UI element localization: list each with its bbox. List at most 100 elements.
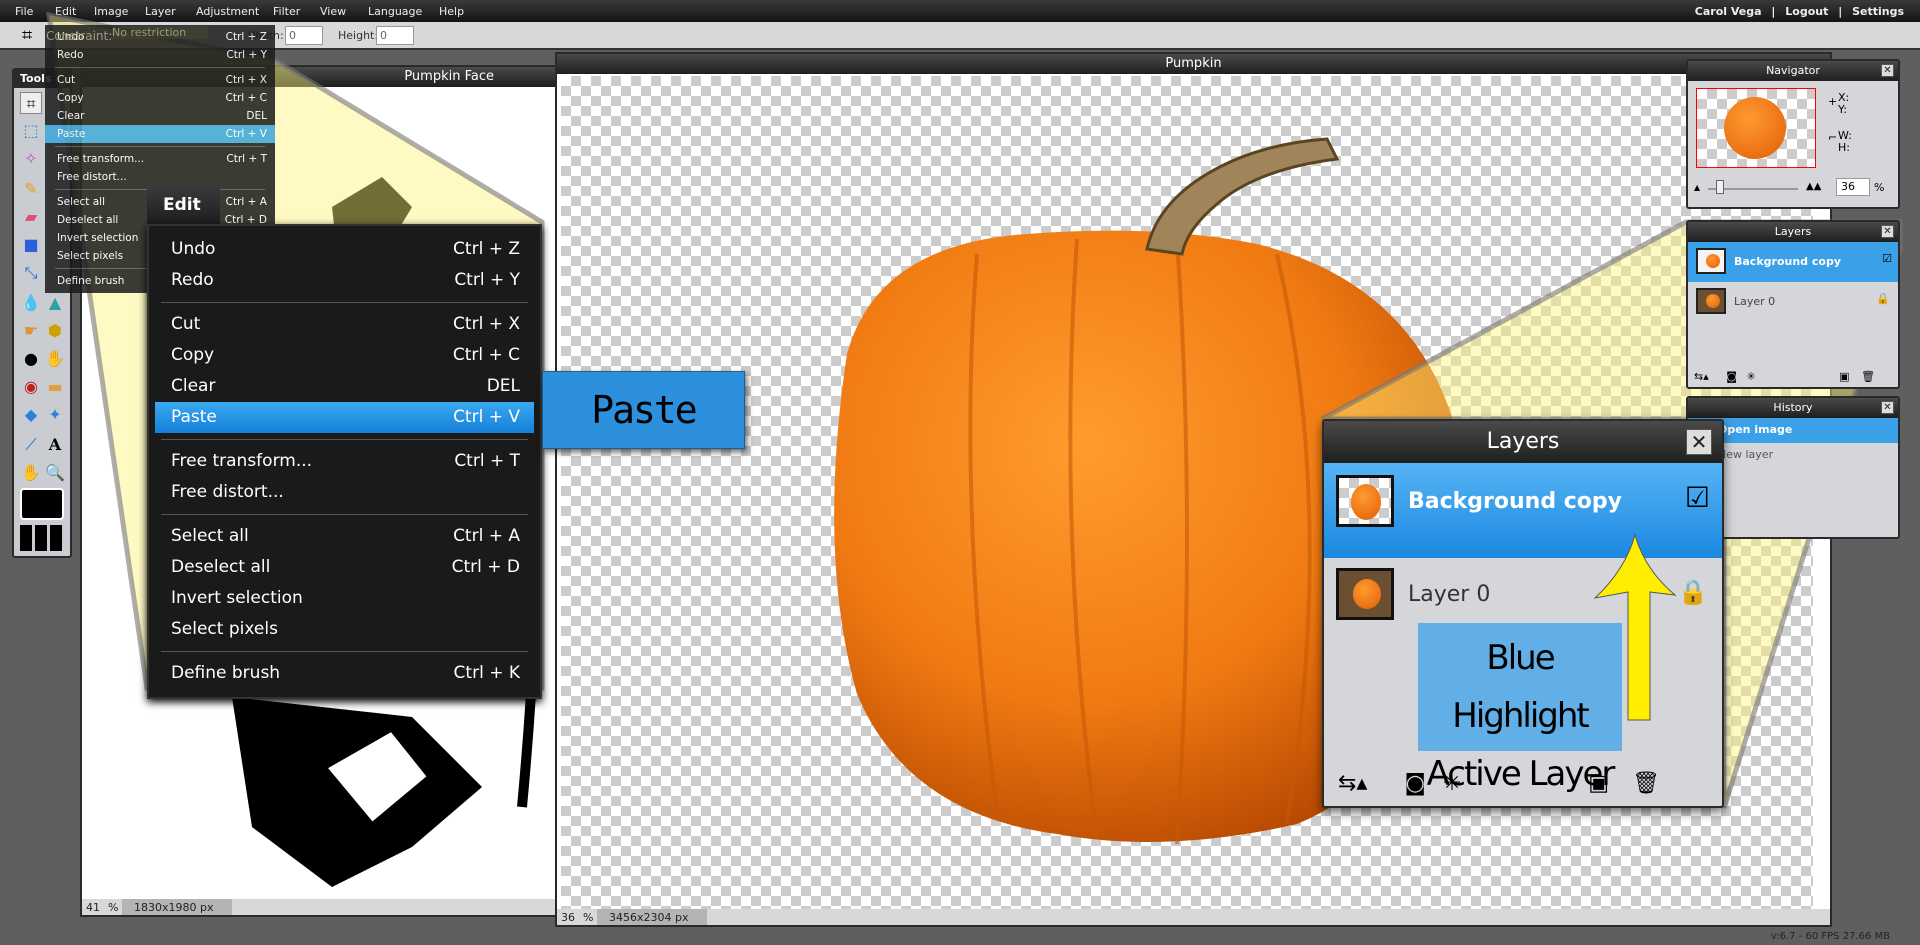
pencil-icon[interactable]: ✎ <box>20 178 42 200</box>
zoom-tool-icon[interactable]: 🔍 <box>44 462 66 484</box>
menu-item-copy[interactable]: Copy Ctrl + C <box>155 340 534 371</box>
menu-item-paste[interactable]: Paste Ctrl + V <box>155 402 534 433</box>
menu-item-invert-selection[interactable]: Invert selection <box>155 583 534 614</box>
menu-item-label: Undo <box>171 239 216 259</box>
layer-row-active[interactable]: Background copy ☑ <box>1688 242 1898 282</box>
callout-line-2: Active Layer <box>1426 754 1616 794</box>
menu-filter[interactable]: Filter <box>273 5 300 18</box>
height-input[interactable]: 0 <box>376 26 414 45</box>
trash-icon[interactable]: 🗑 <box>1632 771 1660 796</box>
zoom-out-icon[interactable]: ▲ <box>1694 183 1700 192</box>
edit-menu-tab-zoomed[interactable]: Edit <box>147 186 220 224</box>
zoom-unit: % <box>1874 181 1885 194</box>
close-icon[interactable]: ✕ <box>1881 225 1894 238</box>
zoom-input[interactable]: 36 <box>1836 178 1870 196</box>
text-tool-icon[interactable]: A <box>44 434 66 456</box>
menu-item-copy[interactable]: Copy Ctrl + C <box>45 89 275 107</box>
navigator-thumbnail[interactable] <box>1696 88 1816 168</box>
dodge-icon[interactable]: ✋ <box>44 348 66 370</box>
eraser-icon[interactable]: ▰ <box>20 206 42 228</box>
menu-item-label: Select pixels <box>57 250 124 262</box>
menu-item-redo[interactable]: Redo Ctrl + Y <box>45 46 275 64</box>
menu-item-cut[interactable]: Cut Ctrl + X <box>155 309 534 340</box>
visibility-checkbox-icon[interactable]: ☑ <box>1685 481 1710 514</box>
width-input[interactable]: 0 <box>285 26 323 45</box>
layer-style-icon[interactable]: ⇆▴ <box>1338 771 1367 796</box>
user-name[interactable]: Carol Vega <box>1695 5 1762 18</box>
new-layer-icon[interactable]: ▣ <box>1839 370 1849 383</box>
bloat-icon[interactable]: ◆ <box>20 404 42 426</box>
sponge-icon[interactable]: ⬢ <box>44 320 66 342</box>
menu-item-define-brush[interactable]: Define brush Ctrl + K <box>155 658 534 689</box>
magic-wand-icon[interactable]: ✧ <box>20 148 42 170</box>
zoom-in-icon[interactable]: ▲▲ <box>1806 181 1821 192</box>
lock-icon[interactable]: 🔒 <box>1876 292 1890 305</box>
settings-link[interactable]: Settings <box>1852 5 1904 18</box>
menu-item-select-all[interactable]: Select all Ctrl + A <box>155 521 534 552</box>
smudge-icon[interactable]: ☛ <box>20 320 42 342</box>
bandage-icon[interactable]: ▬ <box>44 376 66 398</box>
menu-item-free-transform[interactable]: Free transform... Ctrl + T <box>155 446 534 477</box>
menu-item-clear[interactable]: Clear DEL <box>45 107 275 125</box>
logout-link[interactable]: Logout <box>1785 5 1828 18</box>
layer-thumbnail <box>1336 475 1394 527</box>
layer-style-icon[interactable]: ⇆▴ <box>1694 370 1709 383</box>
menu-item-free-transform[interactable]: Free transform... Ctrl + T <box>45 150 275 168</box>
pinch-icon[interactable]: ✦ <box>44 404 66 426</box>
color-swatch[interactable] <box>20 488 64 520</box>
menu-item-paste[interactable]: Paste Ctrl + V <box>45 125 275 143</box>
menu-item-shortcut: Ctrl + V <box>453 407 520 427</box>
brush-presets[interactable] <box>20 525 64 551</box>
effects-icon[interactable]: ✳ <box>1746 370 1755 383</box>
menu-separator <box>161 439 528 440</box>
menu-image[interactable]: Image <box>94 5 128 18</box>
gradient-icon[interactable]: ■ <box>20 234 42 256</box>
zoom-value[interactable]: 36 <box>561 911 575 924</box>
mask-icon[interactable]: ◙ <box>1726 370 1737 383</box>
menu-item-label: Free transform... <box>57 153 145 165</box>
menu-item-select-pixels[interactable]: Select pixels <box>155 614 534 645</box>
close-icon[interactable]: ✕ <box>1881 401 1894 414</box>
visibility-checkbox-icon[interactable]: ☑ <box>1882 252 1892 265</box>
menu-item-redo[interactable]: Redo Ctrl + Y <box>155 265 534 296</box>
burn-icon[interactable]: ● <box>20 348 42 370</box>
marquee-tool-icon[interactable]: ⬚ <box>20 120 42 142</box>
menu-item-free-distort[interactable]: Free distort... <box>45 168 275 186</box>
layers-title: Layers <box>1774 225 1812 238</box>
blur-icon[interactable]: 💧 <box>20 292 42 314</box>
brush-replace-icon[interactable]: ⤡ <box>20 262 42 284</box>
hand-icon[interactable]: ✋ <box>20 462 42 484</box>
menu-item-free-distort[interactable]: Free distort... <box>155 477 534 508</box>
menu-item-cut[interactable]: Cut Ctrl + X <box>45 71 275 89</box>
layer-name: Layer 0 <box>1408 582 1491 607</box>
menu-layer[interactable]: Layer <box>145 5 176 18</box>
menu-item-label: Define brush <box>171 663 281 683</box>
close-icon[interactable]: ✕ <box>1686 429 1712 455</box>
color-picker-icon[interactable]: ⟋ <box>20 434 42 456</box>
menu-edit[interactable]: Edit <box>55 5 76 18</box>
menu-separator <box>161 651 528 652</box>
size-icon: ⌐ <box>1828 131 1838 144</box>
layer-row[interactable]: Layer 0 🔒 <box>1688 282 1898 322</box>
trash-icon[interactable]: 🗑 <box>1861 370 1875 383</box>
menu-item-label: Select all <box>171 526 249 546</box>
menu-item-deselect-all[interactable]: Deselect all Ctrl + D <box>155 552 534 583</box>
menu-view[interactable]: View <box>320 5 346 18</box>
close-icon[interactable]: ✕ <box>1881 64 1894 77</box>
zoom-slider-handle[interactable] <box>1716 180 1724 194</box>
constraint-select[interactable]: No restriction <box>112 26 208 39</box>
menu-item-shortcut: Ctrl + C <box>452 345 520 365</box>
zoom-value[interactable]: 41 <box>86 901 100 914</box>
menu-language[interactable]: Language <box>368 5 422 18</box>
menu-help[interactable]: Help <box>439 5 464 18</box>
menu-adjustment[interactable]: Adjustment <box>196 5 259 18</box>
menu-item-clear[interactable]: Clear DEL <box>155 371 534 402</box>
menu-item-undo[interactable]: Undo Ctrl + Z <box>155 234 534 265</box>
menu-file[interactable]: File <box>15 5 33 18</box>
crop-tool-icon[interactable]: ⌗ <box>20 92 42 114</box>
menu-item-shortcut: Ctrl + Z <box>453 239 520 259</box>
menu-separator <box>55 67 265 68</box>
red-eye-icon[interactable]: ◉ <box>20 376 42 398</box>
sharpen-icon[interactable]: ▲ <box>44 292 66 314</box>
lock-icon[interactable]: 🔒 <box>1678 578 1708 606</box>
